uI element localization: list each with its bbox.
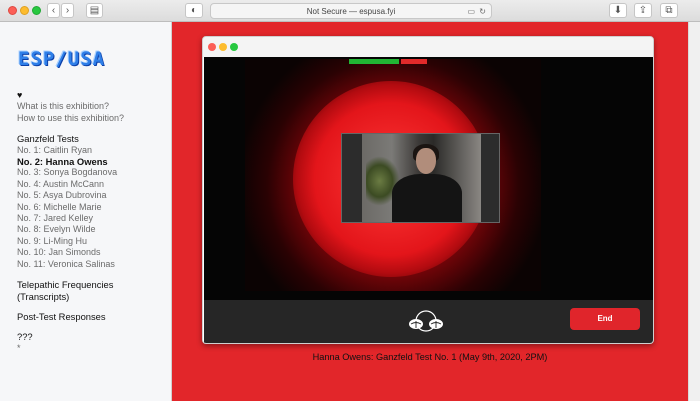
participant-body bbox=[392, 174, 462, 222]
link-how-to-use[interactable]: How to use this exhibition? bbox=[17, 113, 167, 124]
page-scrollbar[interactable] bbox=[688, 22, 700, 401]
sidebar-nav: ♥ What is this exhibition? How to use th… bbox=[17, 90, 167, 354]
sidebar-toggle-icon[interactable]: ▤ bbox=[86, 3, 103, 18]
meeting-status-bar bbox=[349, 59, 427, 64]
participant-face bbox=[416, 148, 436, 174]
sidebar-item-test-10[interactable]: No. 10: Jan Simonds bbox=[17, 247, 167, 258]
stop-share-pill[interactable] bbox=[401, 59, 427, 64]
end-call-button[interactable]: End bbox=[570, 308, 640, 330]
link-what-is-exhibition[interactable]: What is this exhibition? bbox=[17, 101, 167, 112]
video-feed bbox=[204, 57, 653, 300]
sidebar-item-test-9[interactable]: No. 9: Li-Ming Hu bbox=[17, 236, 167, 247]
video-minimize-dot bbox=[219, 43, 227, 51]
sidebar-item-test-5[interactable]: No. 5: Asya Dubrovina bbox=[17, 190, 167, 201]
video-close-dot bbox=[208, 43, 216, 51]
meeting-id-pill bbox=[349, 59, 399, 64]
participant-camera-image bbox=[362, 134, 481, 222]
sidebar-item-test-4[interactable]: No. 4: Austin McCann bbox=[17, 179, 167, 190]
sidebar-item-test-11[interactable]: No. 11: Veronica Salinas bbox=[17, 259, 167, 270]
forward-button[interactable]: › bbox=[61, 3, 74, 18]
minimize-window-button[interactable] bbox=[20, 6, 29, 15]
browser-toolbar: ‹ › ▤ ◐ Not Secure — espusa.fyi ▭ ↻ ⬇ ⇪ … bbox=[0, 0, 700, 22]
reader-icon[interactable]: ▭ bbox=[467, 4, 475, 19]
telepathic-frequencies-link[interactable]: Telepathic Frequencies (Transcripts) bbox=[17, 279, 167, 302]
zoom-window-button[interactable] bbox=[32, 6, 41, 15]
sidebar-item-test-7[interactable]: No. 7: Jared Kelley bbox=[17, 213, 167, 224]
close-window-button[interactable] bbox=[8, 6, 17, 15]
post-test-responses-link[interactable]: Post-Test Responses bbox=[17, 311, 167, 322]
brain-link-icon bbox=[409, 310, 443, 332]
video-call-window: End bbox=[202, 36, 654, 344]
mystery-link[interactable]: ??? bbox=[17, 331, 167, 342]
sidebar-item-test-1[interactable]: No. 1: Caitlin Ryan bbox=[17, 145, 167, 156]
site-logo[interactable]: ESP/USA bbox=[18, 48, 105, 70]
sidebar: ESP/USA ♥ What is this exhibition? How t… bbox=[0, 22, 172, 401]
main-content: End Hanna Owens: Ganzfeld Test No. 1 (Ma… bbox=[172, 22, 688, 401]
address-bar[interactable]: Not Secure — espusa.fyi ▭ ↻ bbox=[210, 3, 492, 19]
sidebar-item-test-8[interactable]: No. 8: Evelyn Wilde bbox=[17, 224, 167, 235]
participant-video bbox=[341, 133, 500, 223]
video-zoom-dot bbox=[230, 43, 238, 51]
download-icon[interactable]: ⬇ bbox=[609, 3, 627, 18]
video-caption: Hanna Owens: Ganzfeld Test No. 1 (May 9t… bbox=[312, 352, 548, 362]
video-controls-bar: End bbox=[204, 300, 653, 343]
sidebar-item-test-2[interactable]: No. 2: Hanna Owens bbox=[17, 156, 167, 167]
address-text: Not Secure — espusa.fyi bbox=[306, 7, 396, 16]
video-window-titlebar bbox=[203, 37, 653, 57]
back-button[interactable]: ‹ bbox=[47, 3, 60, 18]
heart-icon[interactable]: ♥ bbox=[17, 90, 167, 101]
reload-icon[interactable]: ↻ bbox=[479, 4, 486, 19]
sidebar-item-test-3[interactable]: No. 3: Sonya Bogdanova bbox=[17, 167, 167, 178]
ganzfeld-heading[interactable]: Ganzfeld Tests bbox=[17, 133, 167, 144]
asterisk-mark: * bbox=[17, 342, 21, 353]
tabs-icon[interactable]: ⧉ bbox=[660, 3, 678, 18]
share-icon[interactable]: ⇪ bbox=[634, 3, 652, 18]
sidebar-item-test-6[interactable]: No. 6: Michelle Marie bbox=[17, 202, 167, 213]
privacy-shield-icon[interactable]: ◐ bbox=[185, 3, 203, 18]
